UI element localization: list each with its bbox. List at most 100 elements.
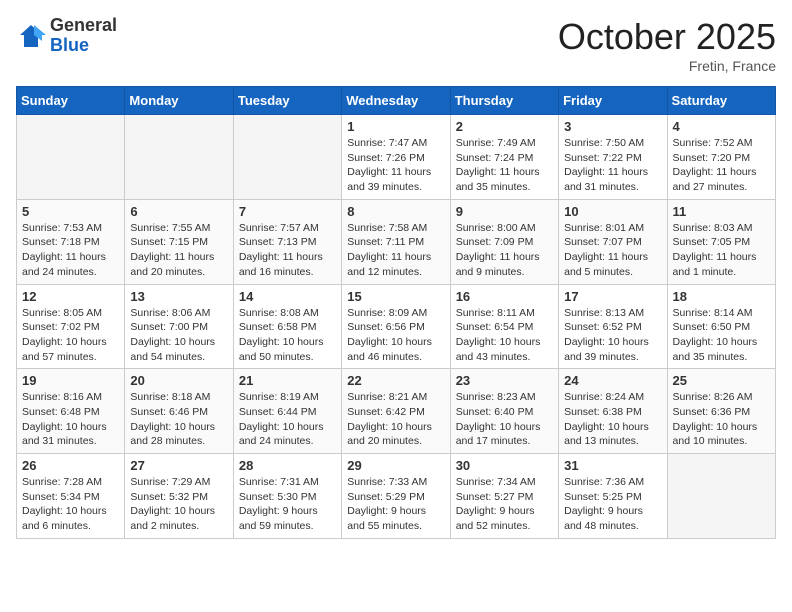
calendar-week-5: 26Sunrise: 7:28 AM Sunset: 5:34 PM Dayli…	[17, 454, 776, 539]
day-info: Sunrise: 7:50 AM Sunset: 7:22 PM Dayligh…	[564, 136, 661, 195]
day-info: Sunrise: 8:06 AM Sunset: 7:00 PM Dayligh…	[130, 306, 227, 365]
day-number: 6	[130, 204, 227, 219]
weekday-sunday: Sunday	[17, 87, 125, 115]
calendar-cell: 18 Sunrise: 8:14 AM Sunset: 6:50 PM Dayli…	[667, 284, 775, 369]
day-info: Sunrise: 7:58 AM Sunset: 7:11 PM Dayligh…	[347, 221, 444, 280]
calendar-week-2: 5Sunrise: 7:53 AM Sunset: 7:18 PM Daylig…	[17, 199, 776, 284]
calendar-cell: 26Sunrise: 7:28 AM Sunset: 5:34 PM Dayli…	[17, 454, 125, 539]
day-number: 23	[456, 373, 553, 388]
day-info: Sunrise: 8:13 AM Sunset: 6:52 PM Dayligh…	[564, 306, 661, 365]
day-info: Sunrise: 7:47 AM Sunset: 7:26 PM Dayligh…	[347, 136, 444, 195]
calendar-cell: 29 Sunrise: 7:33 AM Sunset: 5:29 PM Dayli…	[342, 454, 450, 539]
calendar-cell: 5Sunrise: 7:53 AM Sunset: 7:18 PM Daylig…	[17, 199, 125, 284]
day-number: 2	[456, 119, 553, 134]
day-number: 3	[564, 119, 661, 134]
calendar-cell: 27Sunrise: 7:29 AM Sunset: 5:32 PM Dayli…	[125, 454, 233, 539]
day-number: 8	[347, 204, 444, 219]
day-number: 26	[22, 458, 119, 473]
calendar-cell: 8 Sunrise: 7:58 AM Sunset: 7:11 PM Daylig…	[342, 199, 450, 284]
calendar-cell	[233, 115, 341, 200]
calendar-cell	[17, 115, 125, 200]
day-info: Sunrise: 7:55 AM Sunset: 7:15 PM Dayligh…	[130, 221, 227, 280]
day-number: 30	[456, 458, 553, 473]
day-info: Sunrise: 7:49 AM Sunset: 7:24 PM Dayligh…	[456, 136, 553, 195]
day-number: 25	[673, 373, 770, 388]
calendar-cell: 21 Sunrise: 8:19 AM Sunset: 6:44 PM Dayli…	[233, 369, 341, 454]
day-info: Sunrise: 7:29 AM Sunset: 5:32 PM Dayligh…	[130, 475, 227, 534]
location: Fretin, France	[558, 58, 776, 74]
day-info: Sunrise: 7:34 AM Sunset: 5:27 PM Dayligh…	[456, 475, 553, 534]
calendar-cell: 1 Sunrise: 7:47 AM Sunset: 7:26 PM Daylig…	[342, 115, 450, 200]
calendar-cell: 22 Sunrise: 8:21 AM Sunset: 6:42 PM Dayli…	[342, 369, 450, 454]
calendar-cell: 25 Sunrise: 8:26 AM Sunset: 6:36 PM Dayli…	[667, 369, 775, 454]
day-number: 31	[564, 458, 661, 473]
calendar-cell: 6 Sunrise: 7:55 AM Sunset: 7:15 PM Daylig…	[125, 199, 233, 284]
calendar-body: 1 Sunrise: 7:47 AM Sunset: 7:26 PM Daylig…	[17, 115, 776, 539]
day-info: Sunrise: 7:52 AM Sunset: 7:20 PM Dayligh…	[673, 136, 770, 195]
day-info: Sunrise: 7:31 AM Sunset: 5:30 PM Dayligh…	[239, 475, 336, 534]
weekday-thursday: Thursday	[450, 87, 558, 115]
day-info: Sunrise: 8:14 AM Sunset: 6:50 PM Dayligh…	[673, 306, 770, 365]
logo: General Blue	[16, 16, 117, 56]
day-number: 22	[347, 373, 444, 388]
logo-general-text: General	[50, 15, 117, 35]
calendar-cell: 7 Sunrise: 7:57 AM Sunset: 7:13 PM Daylig…	[233, 199, 341, 284]
weekday-saturday: Saturday	[667, 87, 775, 115]
day-number: 20	[130, 373, 227, 388]
page-header: General Blue October 2025 Fretin, France	[16, 16, 776, 74]
day-info: Sunrise: 8:19 AM Sunset: 6:44 PM Dayligh…	[239, 390, 336, 449]
calendar-cell: 30 Sunrise: 7:34 AM Sunset: 5:27 PM Dayli…	[450, 454, 558, 539]
weekday-friday: Friday	[559, 87, 667, 115]
day-info: Sunrise: 7:57 AM Sunset: 7:13 PM Dayligh…	[239, 221, 336, 280]
calendar-cell: 31 Sunrise: 7:36 AM Sunset: 5:25 PM Dayli…	[559, 454, 667, 539]
day-number: 21	[239, 373, 336, 388]
calendar-cell: 4 Sunrise: 7:52 AM Sunset: 7:20 PM Daylig…	[667, 115, 775, 200]
calendar-cell: 3 Sunrise: 7:50 AM Sunset: 7:22 PM Daylig…	[559, 115, 667, 200]
calendar-cell: 23 Sunrise: 8:23 AM Sunset: 6:40 PM Dayli…	[450, 369, 558, 454]
calendar-cell: 19Sunrise: 8:16 AM Sunset: 6:48 PM Dayli…	[17, 369, 125, 454]
day-number: 4	[673, 119, 770, 134]
day-number: 16	[456, 289, 553, 304]
day-number: 14	[239, 289, 336, 304]
day-info: Sunrise: 7:36 AM Sunset: 5:25 PM Dayligh…	[564, 475, 661, 534]
calendar-cell	[667, 454, 775, 539]
weekday-tuesday: Tuesday	[233, 87, 341, 115]
logo-icon	[16, 21, 46, 51]
day-info: Sunrise: 8:26 AM Sunset: 6:36 PM Dayligh…	[673, 390, 770, 449]
day-number: 11	[673, 204, 770, 219]
calendar-cell: 16 Sunrise: 8:11 AM Sunset: 6:54 PM Dayli…	[450, 284, 558, 369]
month-title: October 2025	[558, 16, 776, 58]
calendar-cell: 28 Sunrise: 7:31 AM Sunset: 5:30 PM Dayli…	[233, 454, 341, 539]
calendar-cell: 15Sunrise: 8:09 AM Sunset: 6:56 PM Dayli…	[342, 284, 450, 369]
calendar-cell: 9Sunrise: 8:00 AM Sunset: 7:09 PM Daylig…	[450, 199, 558, 284]
day-info: Sunrise: 8:03 AM Sunset: 7:05 PM Dayligh…	[673, 221, 770, 280]
calendar-cell	[125, 115, 233, 200]
day-info: Sunrise: 8:11 AM Sunset: 6:54 PM Dayligh…	[456, 306, 553, 365]
calendar-cell: 17 Sunrise: 8:13 AM Sunset: 6:52 PM Dayli…	[559, 284, 667, 369]
day-number: 7	[239, 204, 336, 219]
weekday-monday: Monday	[125, 87, 233, 115]
calendar-cell: 11 Sunrise: 8:03 AM Sunset: 7:05 PM Dayli…	[667, 199, 775, 284]
calendar-cell: 24Sunrise: 8:24 AM Sunset: 6:38 PM Dayli…	[559, 369, 667, 454]
day-number: 1	[347, 119, 444, 134]
calendar-cell: 14Sunrise: 8:08 AM Sunset: 6:58 PM Dayli…	[233, 284, 341, 369]
calendar-table: SundayMondayTuesdayWednesdayThursdayFrid…	[16, 86, 776, 539]
day-number: 9	[456, 204, 553, 219]
calendar-cell: 20Sunrise: 8:18 AM Sunset: 6:46 PM Dayli…	[125, 369, 233, 454]
day-number: 29	[347, 458, 444, 473]
day-info: Sunrise: 7:33 AM Sunset: 5:29 PM Dayligh…	[347, 475, 444, 534]
day-info: Sunrise: 8:05 AM Sunset: 7:02 PM Dayligh…	[22, 306, 119, 365]
logo-blue-text: Blue	[50, 35, 89, 55]
calendar-cell: 2 Sunrise: 7:49 AM Sunset: 7:24 PM Daylig…	[450, 115, 558, 200]
day-number: 17	[564, 289, 661, 304]
day-number: 19	[22, 373, 119, 388]
day-info: Sunrise: 8:23 AM Sunset: 6:40 PM Dayligh…	[456, 390, 553, 449]
calendar-cell: 13Sunrise: 8:06 AM Sunset: 7:00 PM Dayli…	[125, 284, 233, 369]
day-info: Sunrise: 8:21 AM Sunset: 6:42 PM Dayligh…	[347, 390, 444, 449]
calendar-week-3: 12Sunrise: 8:05 AM Sunset: 7:02 PM Dayli…	[17, 284, 776, 369]
day-number: 28	[239, 458, 336, 473]
day-number: 18	[673, 289, 770, 304]
day-number: 10	[564, 204, 661, 219]
day-info: Sunrise: 7:53 AM Sunset: 7:18 PM Dayligh…	[22, 221, 119, 280]
calendar-cell: 10Sunrise: 8:01 AM Sunset: 7:07 PM Dayli…	[559, 199, 667, 284]
